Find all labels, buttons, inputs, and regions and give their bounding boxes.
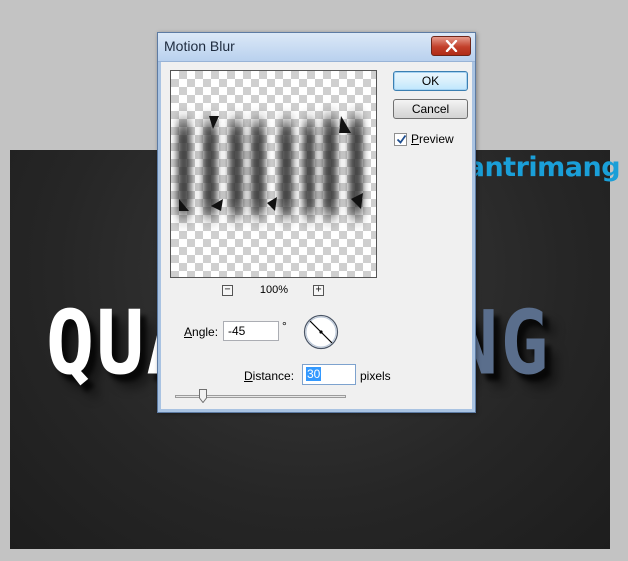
pixels-unit-label: pixels [360, 369, 391, 383]
distance-input[interactable]: 30 [302, 364, 356, 385]
close-icon [445, 40, 458, 52]
distance-label: Distance: [244, 369, 295, 383]
checkmark-icon [396, 134, 407, 144]
zoom-level: 100% [259, 284, 289, 296]
preview-label[interactable]: Preview [411, 132, 454, 146]
blurred-preview-image [177, 116, 363, 215]
close-button[interactable] [431, 36, 471, 56]
distance-value-selected: 30 [306, 367, 322, 381]
zoom-in-button[interactable]: + [313, 285, 324, 296]
cancel-button[interactable]: Cancel [393, 99, 468, 119]
preview-checkbox[interactable] [394, 133, 407, 146]
zoom-out-button[interactable]: − [222, 285, 233, 296]
degree-symbol: ° [282, 319, 287, 333]
dialog-title: Motion Blur [164, 38, 235, 54]
slider-thumb-icon[interactable] [199, 389, 207, 403]
motion-blur-dialog: Motion Blur OK Cancel Preview − 100% + A… [157, 32, 476, 413]
dialog-titlebar[interactable]: Motion Blur [158, 33, 475, 62]
angle-input[interactable]: -45 [223, 321, 279, 341]
preview-area[interactable] [170, 70, 377, 278]
angle-dial-icon[interactable] [303, 314, 339, 350]
ok-button[interactable]: OK [393, 71, 468, 91]
angle-label: Angle: [184, 325, 219, 339]
